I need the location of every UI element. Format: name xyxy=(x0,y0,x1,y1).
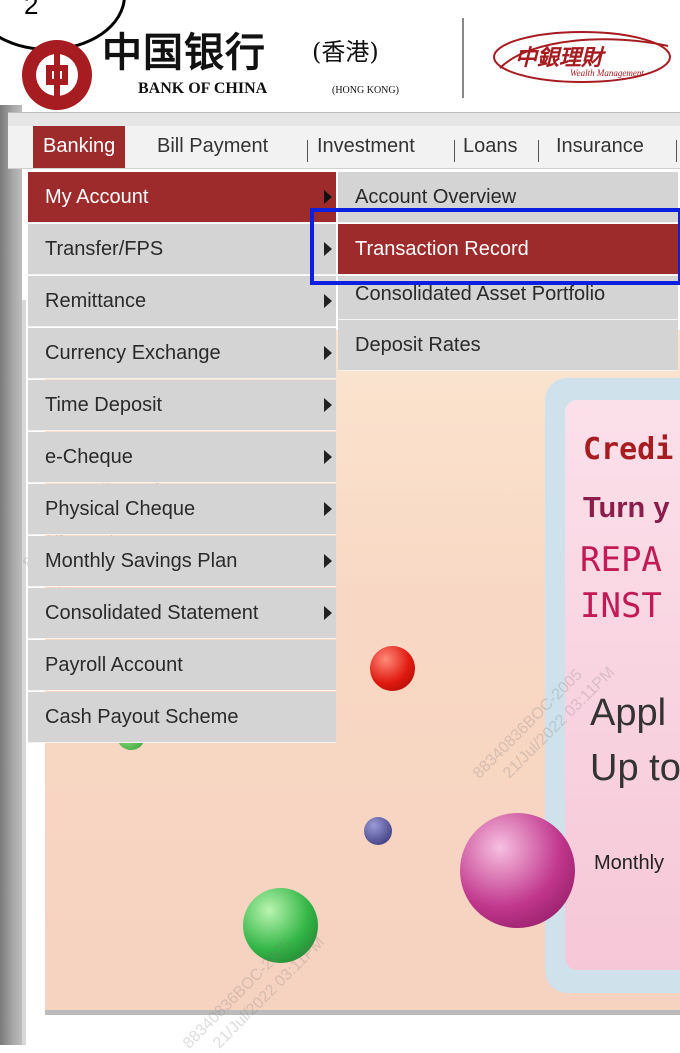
brand-name-en: BANK OF CHINA xyxy=(138,80,268,97)
menu-item-my-account[interactable]: My Account xyxy=(28,172,336,223)
nav-separator xyxy=(307,140,308,162)
submenu-arrow-icon xyxy=(324,346,332,360)
banner-subheading: Turn y xyxy=(583,492,670,524)
tab-bill-payment[interactable]: Bill Payment xyxy=(157,126,268,168)
left-edge-strip-inner xyxy=(22,300,26,1045)
menu-item-label: My Account xyxy=(45,186,149,208)
logo-bar xyxy=(54,54,60,96)
brand-name-en-suffix: (HONG KONG) xyxy=(332,85,399,96)
left-edge-strip xyxy=(0,105,22,1045)
banner-line-inst: INST xyxy=(580,586,662,626)
menu-item-label: Monthly Savings Plan xyxy=(45,550,238,572)
banner-line-monthly: Monthly xyxy=(594,852,665,874)
submenu-item-deposit-rates[interactable]: Deposit Rates xyxy=(338,320,678,371)
tab-loans[interactable]: Loans xyxy=(463,126,518,168)
menu-item-physical-cheque[interactable]: Physical Cheque xyxy=(28,484,336,535)
menu-item-label: Physical Cheque xyxy=(45,498,196,520)
submenu-arrow-icon xyxy=(324,398,332,412)
banner-line-upto: Up to xyxy=(590,747,680,789)
decorative-red-ball xyxy=(370,646,415,691)
submenu-arrow-icon xyxy=(324,554,332,568)
tab-investment[interactable]: Investment xyxy=(317,126,415,168)
menu-item-label: Consolidated Statement xyxy=(45,602,259,624)
banner-line-apply: Appl xyxy=(590,692,667,734)
header-divider xyxy=(462,18,464,98)
submenu-item-label: Deposit Rates xyxy=(355,334,481,356)
menu-item-currency-exchange[interactable]: Currency Exchange xyxy=(28,328,336,379)
tab-banking[interactable]: Banking xyxy=(33,126,126,168)
menu-item-consolidated-statement[interactable]: Consolidated Statement xyxy=(28,588,336,639)
highlight-box xyxy=(310,208,680,285)
decorative-navy-ball xyxy=(364,817,392,845)
step-number: 2 xyxy=(24,0,39,20)
menu-item-payroll-account[interactable]: Payroll Account xyxy=(28,640,336,691)
menu-item-label: Cash Payout Scheme xyxy=(45,706,239,728)
brand-name-cn: 中国银行 xyxy=(102,29,266,76)
main-nav: Banking Bill Payment Investment Loans In… xyxy=(8,126,680,169)
menu-item-remittance[interactable]: Remittance xyxy=(28,276,336,327)
menu-item-label: e-Cheque xyxy=(45,446,133,468)
submenu-arrow-icon xyxy=(324,190,332,204)
menu-item-monthly-savings-plan[interactable]: Monthly Savings Plan xyxy=(28,536,336,587)
menu-item-label: Remittance xyxy=(45,290,147,312)
logo-inner xyxy=(36,54,78,96)
promo-card-inner xyxy=(565,400,680,970)
menu-item-label: Currency Exchange xyxy=(45,342,221,364)
banner-line-repay: REPA xyxy=(580,540,662,580)
banner-heading: Credi xyxy=(583,432,674,467)
tab-insurance[interactable]: Insurance xyxy=(556,126,644,168)
banner-bottom-edge xyxy=(45,1010,680,1015)
menu-item-label: Transfer/FPS xyxy=(45,238,164,260)
menu-item-cash-payout-scheme[interactable]: Cash Payout Scheme xyxy=(28,692,336,743)
menu-item-label: Time Deposit xyxy=(45,394,163,416)
submenu-arrow-icon xyxy=(324,502,332,516)
boc-logo-icon[interactable] xyxy=(22,40,92,110)
submenu-arrow-icon xyxy=(324,294,332,308)
menu-item-e-cheque[interactable]: e-Cheque xyxy=(28,432,336,483)
menu-item-time-deposit[interactable]: Time Deposit xyxy=(28,380,336,431)
nav-bar-top xyxy=(8,112,680,127)
nav-separator xyxy=(538,140,539,162)
wealth-management-en: Wealth Management xyxy=(570,68,644,78)
nav-separator xyxy=(676,140,677,162)
submenu-arrow-icon xyxy=(324,606,332,620)
menu-item-transfer-fps[interactable]: Transfer/FPS xyxy=(28,224,336,275)
brand-name-cn-suffix: (香港) xyxy=(312,38,379,66)
menu-item-label: Payroll Account xyxy=(45,654,183,676)
decorative-magenta-ball xyxy=(460,813,575,928)
submenu-arrow-icon xyxy=(324,450,332,464)
nav-separator xyxy=(454,140,455,162)
